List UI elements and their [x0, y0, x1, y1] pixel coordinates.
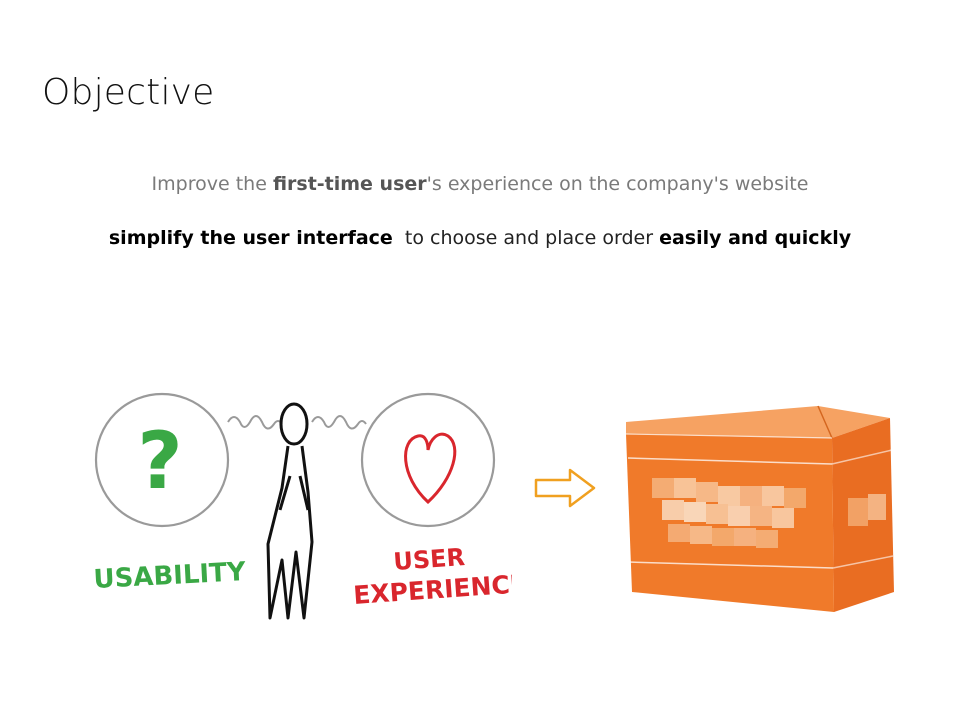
objective-goal: simplify the user interface to choose an… — [0, 227, 960, 249]
experience-label: EXPERIENCE — [352, 569, 512, 610]
statement-emphasis: first-time user — [272, 173, 427, 195]
statement-text-start: Improve the — [151, 173, 273, 195]
slide-title: Objective — [42, 72, 215, 113]
person-figure — [266, 402, 314, 620]
user-label: USER — [392, 543, 465, 576]
right-thought-curl — [311, 415, 367, 430]
question-mark-icon: ? — [137, 417, 182, 507]
usability-label: USABILITY — [93, 557, 248, 595]
objective-statement: Improve the first-time user's experience… — [0, 173, 960, 195]
experience-thought-circle — [360, 392, 496, 528]
usability-ux-illustration: ? USABILITY USER EXPERIENCE — [93, 392, 512, 620]
right-arrow-icon — [534, 468, 596, 508]
goal-emphasis-start: simplify the user interface — [108, 227, 393, 249]
statement-text-end: 's experience on the company's website — [426, 173, 809, 195]
heart-icon — [404, 432, 457, 505]
goal-emphasis-end: easily and quickly — [659, 227, 852, 249]
left-thought-curl — [227, 415, 283, 430]
slide: Objective Improve the first-time user's … — [0, 0, 960, 720]
goal-text-middle: to choose and place order — [404, 227, 654, 249]
shipping-box-image — [625, 405, 894, 612]
